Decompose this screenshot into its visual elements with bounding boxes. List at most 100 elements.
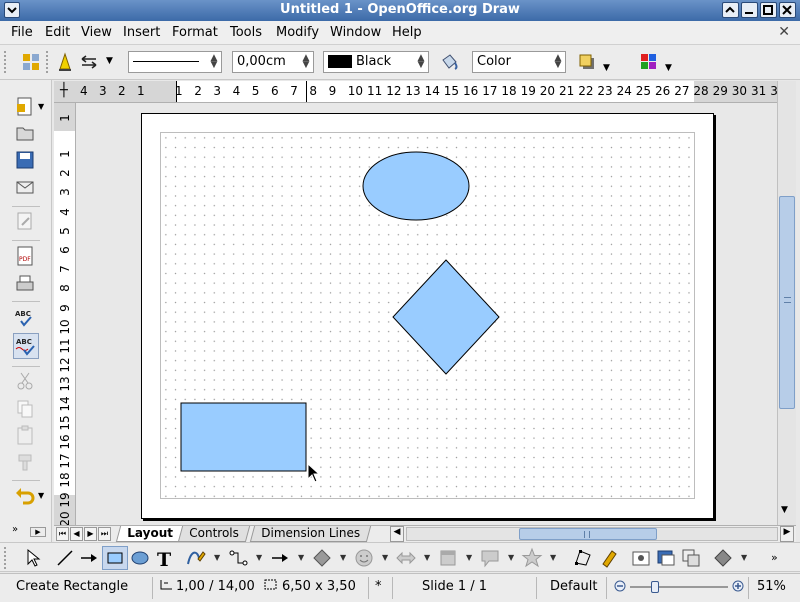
slide-page[interactable] xyxy=(141,113,714,519)
toolbar-overflow-icon[interactable]: ▼ xyxy=(665,63,672,73)
extrusion-button[interactable] xyxy=(680,547,702,569)
scroll-right-icon[interactable]: ▶ xyxy=(30,527,46,537)
zoom-in-icon[interactable] xyxy=(732,580,744,596)
tab-dimension-lines[interactable]: Dimension Lines xyxy=(249,526,372,542)
open-button[interactable] xyxy=(14,122,36,144)
menu-tools[interactable]: Tools xyxy=(230,25,262,40)
maximize-button[interactable] xyxy=(760,2,777,18)
close-window-button[interactable] xyxy=(779,2,796,18)
symbol-shapes-button[interactable] xyxy=(353,547,375,569)
prev-tab-button[interactable]: ◀ xyxy=(70,527,83,541)
alignment-button[interactable] xyxy=(712,547,734,569)
select-button[interactable] xyxy=(22,547,44,569)
horizontal-scroll-thumb[interactable] xyxy=(519,528,657,540)
first-tab-button[interactable]: ⏮ xyxy=(56,527,69,541)
lines-arrows-dropdown-icon[interactable]: ▼ xyxy=(298,553,304,562)
spellcheck-button[interactable]: ABC xyxy=(14,307,36,329)
modified-indicator[interactable]: * xyxy=(375,579,382,594)
save-button[interactable] xyxy=(14,149,36,171)
from-file-button[interactable] xyxy=(630,547,652,569)
line-width-field[interactable]: 0,00cm ▲ ▼ xyxy=(232,51,314,73)
scroll-down-icon[interactable]: ▼ xyxy=(781,505,788,515)
undo-button[interactable] xyxy=(14,485,36,507)
callouts-button[interactable] xyxy=(479,547,501,569)
toolbar-grip[interactable] xyxy=(4,51,8,73)
arrow-style-button[interactable] xyxy=(78,51,100,73)
drawing-canvas[interactable] xyxy=(78,104,777,524)
basic-shapes-button[interactable] xyxy=(311,547,333,569)
horizontal-scrollbar[interactable] xyxy=(406,527,778,541)
clone-formatting-button[interactable] xyxy=(14,451,36,473)
diamond-shape[interactable] xyxy=(392,259,500,375)
vertical-scroll-thumb[interactable] xyxy=(779,196,795,409)
symbol-shapes-dropdown-icon[interactable]: ▼ xyxy=(382,553,388,562)
area-style-combo[interactable]: Color ▲ ▼ xyxy=(472,51,566,73)
new-dropdown-icon[interactable]: ▼ xyxy=(38,102,44,111)
line-button[interactable] xyxy=(54,51,76,73)
edit-file-button[interactable] xyxy=(14,210,36,232)
tab-controls[interactable]: Controls xyxy=(177,526,250,542)
styles-button[interactable] xyxy=(20,51,42,73)
print-button[interactable] xyxy=(14,273,36,295)
basic-shapes-dropdown-icon[interactable]: ▼ xyxy=(340,553,346,562)
spin-icon[interactable]: ▲ ▼ xyxy=(301,54,311,70)
undo-dropdown-icon[interactable]: ▼ xyxy=(38,491,44,500)
shade-button[interactable] xyxy=(722,2,739,18)
block-arrows-dropdown-icon[interactable]: ▼ xyxy=(424,553,430,562)
line-ends-arrow-button[interactable] xyxy=(78,547,100,569)
connector-tool-button[interactable] xyxy=(227,547,249,569)
close-document-icon[interactable]: ✕ xyxy=(778,24,790,40)
ellipse-shape[interactable] xyxy=(362,151,470,221)
next-tab-button[interactable]: ▶ xyxy=(84,527,97,541)
menu-edit[interactable]: Edit xyxy=(45,25,70,40)
zoom-out-icon[interactable] xyxy=(614,580,626,596)
line-color-combo[interactable]: Black ▲ ▼ xyxy=(323,51,429,73)
copy-button[interactable] xyxy=(14,398,36,420)
menu-file[interactable]: File xyxy=(11,25,33,40)
menu-format[interactable]: Format xyxy=(172,25,218,40)
gallery-button[interactable] xyxy=(655,547,677,569)
line-style-combo[interactable]: ▲ ▼ xyxy=(128,51,222,73)
ellipse-tool-button[interactable] xyxy=(129,547,151,569)
cut-button[interactable] xyxy=(14,370,36,392)
tab-stop-icon[interactable]: ┼ xyxy=(60,83,68,98)
toolbar-overflow-icon[interactable]: » xyxy=(12,524,18,535)
menu-window[interactable]: Window xyxy=(330,25,381,40)
export-pdf-button[interactable]: PDF xyxy=(14,245,36,267)
menu-view[interactable]: View xyxy=(81,25,112,40)
vertical-ruler[interactable]: 1 1 2 3 4 5 6 7 8 9 10 11 12 13 14 15 16 17 18 19 20 xyxy=(54,103,76,525)
zoom-slider-track[interactable] xyxy=(630,586,728,588)
scroll-right-icon[interactable]: ▶ xyxy=(780,526,794,542)
connector-dropdown-icon[interactable]: ▼ xyxy=(256,553,262,562)
toolbar-overflow-icon[interactable]: ▼ xyxy=(603,63,610,73)
email-button[interactable] xyxy=(14,176,36,198)
horizontal-ruler[interactable]: ┼ 4321 1 2 3 4 5 6 7 8 9 10 11 12 13 14 15 16 17 18 19 20 21… xyxy=(54,81,778,103)
toolbar-grip[interactable] xyxy=(4,547,8,569)
stars-dropdown-icon[interactable]: ▼ xyxy=(550,553,556,562)
menu-insert[interactable]: Insert xyxy=(123,25,160,40)
rectangle-shape[interactable] xyxy=(180,402,307,472)
arrow-style-dropdown-icon[interactable]: ▼ xyxy=(106,56,113,66)
scroll-left-icon[interactable]: ◀ xyxy=(390,526,404,542)
alignment-dropdown-icon[interactable]: ▼ xyxy=(741,553,747,562)
curve-tool-button[interactable] xyxy=(185,547,207,569)
new-button[interactable] xyxy=(14,96,36,118)
toolbar-overflow-icon[interactable]: » xyxy=(771,551,778,564)
menu-modify[interactable]: Modify xyxy=(276,25,319,40)
paste-button[interactable] xyxy=(14,424,36,446)
curve-dropdown-icon[interactable]: ▼ xyxy=(214,553,220,562)
last-tab-button[interactable]: ⏭ xyxy=(98,527,111,541)
minimize-button[interactable] xyxy=(741,2,758,18)
area-button[interactable] xyxy=(438,51,460,73)
line-tool-button[interactable] xyxy=(54,547,76,569)
vertical-scrollbar[interactable]: ▼ xyxy=(777,81,796,525)
rectangle-tool-button[interactable] xyxy=(102,546,128,570)
tab-layout[interactable]: Layout xyxy=(115,526,184,542)
color-bar-button[interactable] xyxy=(638,51,660,73)
stars-button[interactable] xyxy=(521,547,543,569)
shadow-button[interactable] xyxy=(576,51,598,73)
autospellcheck-button[interactable]: ABC xyxy=(13,333,39,359)
zoom-slider-thumb[interactable] xyxy=(650,581,659,593)
lines-arrows-button[interactable] xyxy=(269,547,291,569)
text-tool-button[interactable]: T xyxy=(154,547,176,571)
